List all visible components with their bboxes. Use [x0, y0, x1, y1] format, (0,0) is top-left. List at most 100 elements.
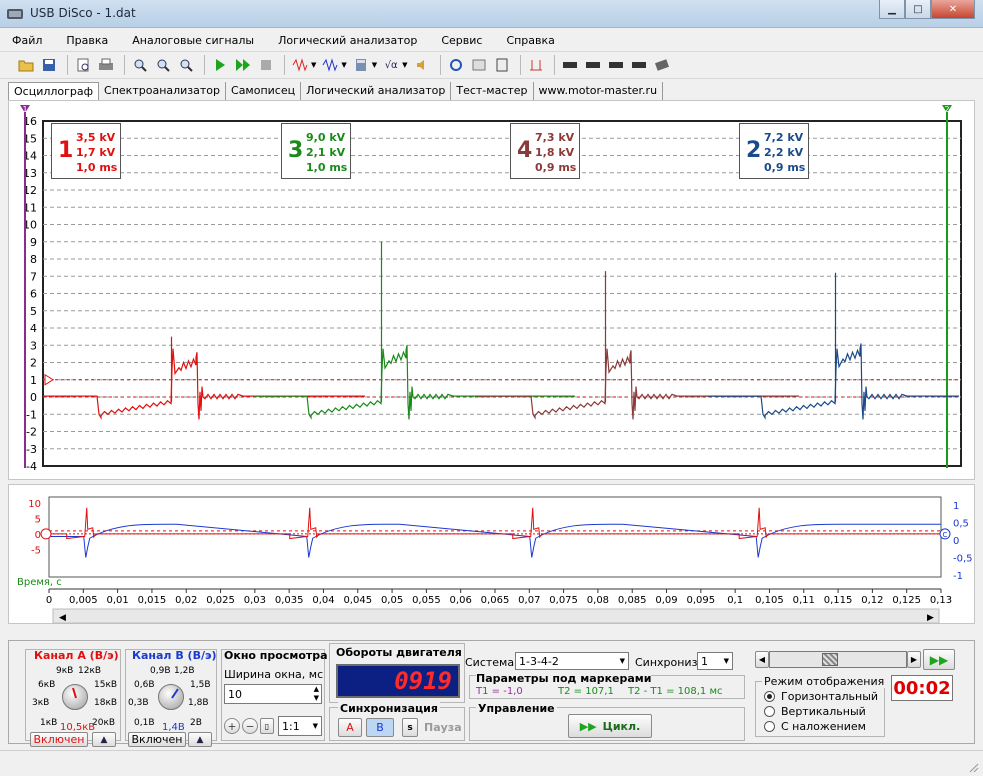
scroll-right-icon: ▶ — [927, 613, 934, 623]
channel-a-knob[interactable] — [62, 684, 88, 710]
channel-1-time: 1,0 ms — [76, 161, 118, 174]
fast-forward-icon[interactable] — [233, 55, 253, 75]
overview-x-tick-label: 0,005 — [69, 595, 98, 606]
sync-cylinder-select[interactable]: 1 ▼ — [697, 652, 733, 670]
display-mode-vertical[interactable]: Вертикальный — [764, 705, 866, 718]
window-icon[interactable] — [469, 55, 489, 75]
tab-test-master[interactable]: Тест-мастер — [451, 82, 534, 100]
signal-red-icon[interactable] — [290, 55, 310, 75]
spinner-icon[interactable]: ▲ ▼ — [314, 685, 319, 703]
chevron-down-icon[interactable]: ▼ — [372, 61, 377, 69]
zoom-out-icon[interactable] — [153, 55, 173, 75]
channel-b-enable-button[interactable]: Включен — [128, 732, 186, 747]
chevron-down-icon: ▼ — [723, 657, 729, 665]
display-mode-horizontal[interactable]: Горизонтальный — [764, 690, 878, 703]
y-tick-label: -1 — [26, 408, 37, 421]
maximize-button[interactable]: □ — [905, 0, 931, 19]
menu-logic-analyzer[interactable]: Логический анализатор — [274, 32, 421, 49]
scroll-right-button[interactable]: ▶ — [907, 651, 921, 668]
open-folder-icon[interactable] — [16, 55, 36, 75]
oscilloscope-main-plot[interactable]: 16 15 14 13 12 11 10 9 8 7 6 5 4 3 2 1 0 -1 -2 -3 -4 1 2 1 3,5… — [8, 100, 975, 480]
markers-params-group: Параметры под маркерами T1 = -1,0 T2 = 1… — [469, 672, 745, 699]
page-button[interactable]: ▯ — [260, 718, 274, 734]
overview-time-label: Время, с — [17, 577, 62, 588]
channel-a-enable-button[interactable]: Включен — [30, 732, 88, 747]
tab-website[interactable]: www.motor-master.ru — [534, 82, 664, 100]
sync-a-button[interactable]: A — [338, 718, 362, 737]
scroll-left-button[interactable]: ◀ — [755, 651, 769, 668]
sync-s-button[interactable]: s — [402, 718, 418, 737]
channel-4-time: 0,9 ms — [535, 161, 577, 174]
y-tick-label: -3 — [26, 443, 37, 456]
chevron-down-icon[interactable]: ▼ — [311, 61, 316, 69]
ruler-icon[interactable] — [526, 55, 546, 75]
radio-icon — [764, 721, 775, 732]
zoom-in-icon[interactable] — [130, 55, 150, 75]
stop-icon[interactable] — [256, 55, 276, 75]
device-icon[interactable] — [652, 55, 672, 75]
zoom-fit-icon[interactable] — [176, 55, 196, 75]
overview-x-tick-label: 0,075 — [549, 595, 578, 606]
view-window-title: Окно просмотра — [224, 649, 328, 662]
chip-icon[interactable] — [583, 55, 603, 75]
close-icon: ✕ — [948, 3, 958, 15]
signal-blue-icon[interactable] — [320, 55, 340, 75]
overview-x-tick-label: 0,035 — [275, 595, 304, 606]
menu-help[interactable]: Справка — [502, 32, 558, 49]
y-tick-label: 4 — [30, 322, 37, 335]
play-forward-button[interactable]: ▶▶ — [923, 649, 955, 670]
print-preview-icon[interactable] — [73, 55, 93, 75]
minimize-button[interactable]: ▁ — [879, 0, 905, 19]
channel-a-scale-1: 1кВ — [40, 718, 58, 728]
pause-label[interactable]: Пауза — [424, 721, 462, 734]
channel-3-box: 3 9,0 kV 2,1 kV 1,0 ms — [281, 123, 351, 179]
channel-b-settings-button[interactable]: ▲ — [188, 732, 212, 747]
chevron-down-icon[interactable]: ▼ — [402, 61, 407, 69]
menu-service[interactable]: Сервис — [437, 32, 486, 49]
marker-t2: T2 = 107,1 — [558, 686, 614, 697]
tab-recorder[interactable]: Самописец — [226, 82, 302, 100]
overview-x-tick-label: 0,1 — [727, 595, 743, 606]
zoom-in-button[interactable]: ＋ — [224, 718, 240, 734]
print-icon[interactable] — [96, 55, 116, 75]
window-title: USB DiSco - 1.dat — [30, 6, 136, 20]
refresh-icon[interactable] — [446, 55, 466, 75]
zoom-ratio-select[interactable]: 1:1 ▼ — [278, 716, 322, 736]
overview-x-tick-label: 0,12 — [861, 595, 883, 606]
save-icon[interactable] — [39, 55, 59, 75]
sound-icon[interactable] — [412, 55, 432, 75]
formula-icon[interactable]: √α — [381, 55, 401, 75]
channel-b-knob[interactable] — [158, 684, 184, 710]
channel-2-box: 2 7,2 kV 2,2 kV 0,9 ms — [739, 123, 809, 179]
scroll-thumb[interactable] — [822, 653, 838, 666]
radio-icon — [764, 706, 775, 717]
close-button[interactable]: ✕ — [931, 0, 975, 19]
sync-b-button[interactable]: B — [366, 718, 394, 737]
overview-plot[interactable]: 10 5 0 -5 1 0,5 0 -0,5 -1 Время, с C 0 0,005 0,01 0,01… — [8, 484, 975, 624]
playback-scrollbar[interactable] — [769, 651, 907, 668]
menu-file[interactable]: Файл — [8, 32, 46, 49]
overview-right-tick: 0,5 — [953, 519, 969, 530]
menu-edit[interactable]: Правка — [62, 32, 112, 49]
zoom-out-button[interactable]: － — [242, 718, 258, 734]
window-width-input[interactable]: 10 ▲ ▼ — [224, 684, 322, 704]
tab-logic-analyzer[interactable]: Логический анализатор — [301, 82, 452, 100]
system-select[interactable]: 1-3-4-2 ▼ — [515, 652, 629, 670]
chip-icon[interactable] — [629, 55, 649, 75]
channel-4-peak: 7,3 kV — [535, 131, 575, 144]
tab-spectrum-analyzer[interactable]: Спектроанализатор — [99, 82, 227, 100]
chevron-down-icon[interactable]: ▼ — [341, 61, 346, 69]
tab-oscilloscope[interactable]: Осциллограф — [8, 82, 100, 100]
resize-grip-icon[interactable] — [967, 761, 979, 773]
play-icon[interactable] — [210, 55, 230, 75]
grid-icon[interactable] — [492, 55, 512, 75]
chevron-down-icon: ▼ — [312, 722, 318, 730]
channel-a-settings-button[interactable]: ▲ — [92, 732, 116, 747]
channel-1-peak: 3,5 kV — [76, 131, 116, 144]
menu-analog-signals[interactable]: Аналоговые сигналы — [128, 32, 258, 49]
calculator-icon[interactable] — [351, 55, 371, 75]
chip-icon[interactable] — [560, 55, 580, 75]
display-mode-overlay[interactable]: С наложением — [764, 720, 866, 733]
chip-icon[interactable] — [606, 55, 626, 75]
cycle-button[interactable]: ▶▶ Цикл. — [568, 714, 652, 738]
